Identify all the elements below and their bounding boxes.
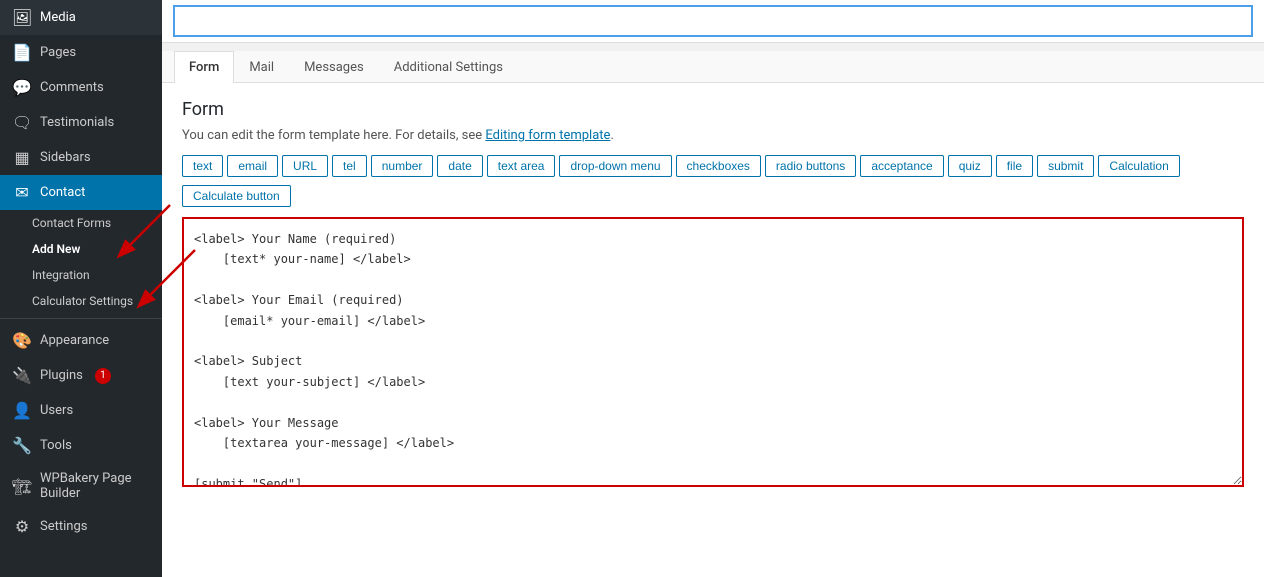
tab-mail[interactable]: Mail <box>234 51 289 83</box>
tab-bar: Form Mail Messages Additional Settings <box>162 51 1264 83</box>
tag-btn-submit[interactable]: submit <box>1037 155 1094 177</box>
sidebar-item-label: Pages <box>40 45 76 60</box>
sidebar-item-comments[interactable]: 💬 Comments <box>0 70 162 105</box>
tag-btn-date[interactable]: date <box>437 155 482 177</box>
tag-btn-calculation[interactable]: Calculation <box>1098 155 1179 177</box>
tag-btn-quiz[interactable]: quiz <box>948 155 992 177</box>
sidebar-item-label: Appearance <box>40 333 109 348</box>
tag-btn-file[interactable]: file <box>996 155 1033 177</box>
settings-icon: ⚙ <box>12 517 32 536</box>
sidebar-sub-integration[interactable]: Integration <box>0 262 162 288</box>
form-heading: Form <box>182 99 1244 120</box>
sidebar-item-label: Users <box>40 403 73 418</box>
comments-icon: 💬 <box>12 78 32 97</box>
form-description: You can edit the form template here. For… <box>182 128 1244 143</box>
sidebar-item-label: WPBakery Page Builder <box>40 471 150 501</box>
plugins-badge: 1 <box>95 368 111 384</box>
sidebars-icon: ▦ <box>12 148 32 167</box>
sidebar-item-label: Tools <box>40 438 72 453</box>
sidebar-item-settings[interactable]: ⚙ Settings <box>0 509 162 544</box>
tab-messages[interactable]: Messages <box>289 51 379 83</box>
sidebar-item-label: Contact <box>40 185 85 200</box>
pages-icon: 📄 <box>12 43 32 62</box>
sidebar-item-appearance[interactable]: 🎨 Appearance <box>0 323 162 358</box>
testimonials-icon: 🗨 <box>12 113 32 132</box>
sidebar-sub-contact-forms[interactable]: Contact Forms <box>0 210 162 236</box>
appearance-icon: 🎨 <box>12 331 32 350</box>
sidebar-item-label: Comments <box>40 80 104 95</box>
sidebar-item-label: Media <box>40 10 76 25</box>
title-bar <box>162 0 1264 43</box>
media-icon: 🖼 <box>12 8 32 27</box>
sidebar-item-pages[interactable]: 📄 Pages <box>0 35 162 70</box>
sidebar-sub-add-new[interactable]: Add New <box>0 236 162 262</box>
contact-icon: ✉ <box>12 183 32 202</box>
tag-btn-acceptance[interactable]: acceptance <box>860 155 943 177</box>
sidebar-item-label: Testimonials <box>40 115 114 130</box>
tag-btn-checkboxes[interactable]: checkboxes <box>676 155 761 177</box>
tag-btn-drop-down-menu[interactable]: drop-down menu <box>559 155 671 177</box>
title-input[interactable] <box>174 6 1252 36</box>
tab-additional-settings[interactable]: Additional Settings <box>379 51 518 83</box>
calculate-button-row: Calculate button <box>182 185 1244 207</box>
sidebar-item-sidebars[interactable]: ▦ Sidebars <box>0 140 162 175</box>
sidebar-item-testimonials[interactable]: 🗨 Testimonials <box>0 105 162 140</box>
tag-buttons-row: textemailURLtelnumberdatetext areadrop-d… <box>182 155 1244 177</box>
tag-btn-text[interactable]: text <box>182 155 223 177</box>
plugins-icon: 🔌 <box>12 366 32 385</box>
calculate-button[interactable]: Calculate button <box>182 185 291 207</box>
sidebar-item-plugins[interactable]: 🔌 Plugins 1 <box>0 358 162 393</box>
users-icon: 👤 <box>12 401 32 420</box>
form-editor-textarea[interactable] <box>182 217 1244 487</box>
main-content: Form Mail Messages Additional Settings F… <box>162 0 1264 577</box>
sidebar-sub-calculator-settings[interactable]: Calculator Settings <box>0 288 162 314</box>
tools-icon: 🔧 <box>12 436 32 455</box>
sidebar-item-label: Sidebars <box>40 150 91 165</box>
sidebar: 🖼 Media 📄 Pages 💬 Comments 🗨 Testimonial… <box>0 0 162 577</box>
sidebar-item-tools[interactable]: 🔧 Tools <box>0 428 162 463</box>
form-content-area: Form You can edit the form template here… <box>162 83 1264 577</box>
sidebar-item-wpbakery[interactable]: 🏗 WPBakery Page Builder <box>0 463 162 509</box>
sidebar-item-media[interactable]: 🖼 Media <box>0 0 162 35</box>
editing-template-link[interactable]: Editing form template <box>485 128 610 143</box>
sidebar-item-label: Settings <box>40 519 87 534</box>
tag-btn-email[interactable]: email <box>227 155 278 177</box>
tab-form[interactable]: Form <box>174 51 234 83</box>
wpbakery-icon: 🏗 <box>12 477 32 496</box>
sidebar-item-contact[interactable]: ✉ Contact <box>0 175 162 210</box>
sidebar-item-label: Plugins <box>40 368 83 383</box>
tag-btn-radio-buttons[interactable]: radio buttons <box>765 155 856 177</box>
sidebar-divider <box>0 318 162 319</box>
tag-btn-text-area[interactable]: text area <box>487 155 556 177</box>
tag-btn-number[interactable]: number <box>371 155 434 177</box>
sidebar-item-users[interactable]: 👤 Users <box>0 393 162 428</box>
tag-btn-url[interactable]: URL <box>282 155 328 177</box>
tag-btn-tel[interactable]: tel <box>332 155 367 177</box>
